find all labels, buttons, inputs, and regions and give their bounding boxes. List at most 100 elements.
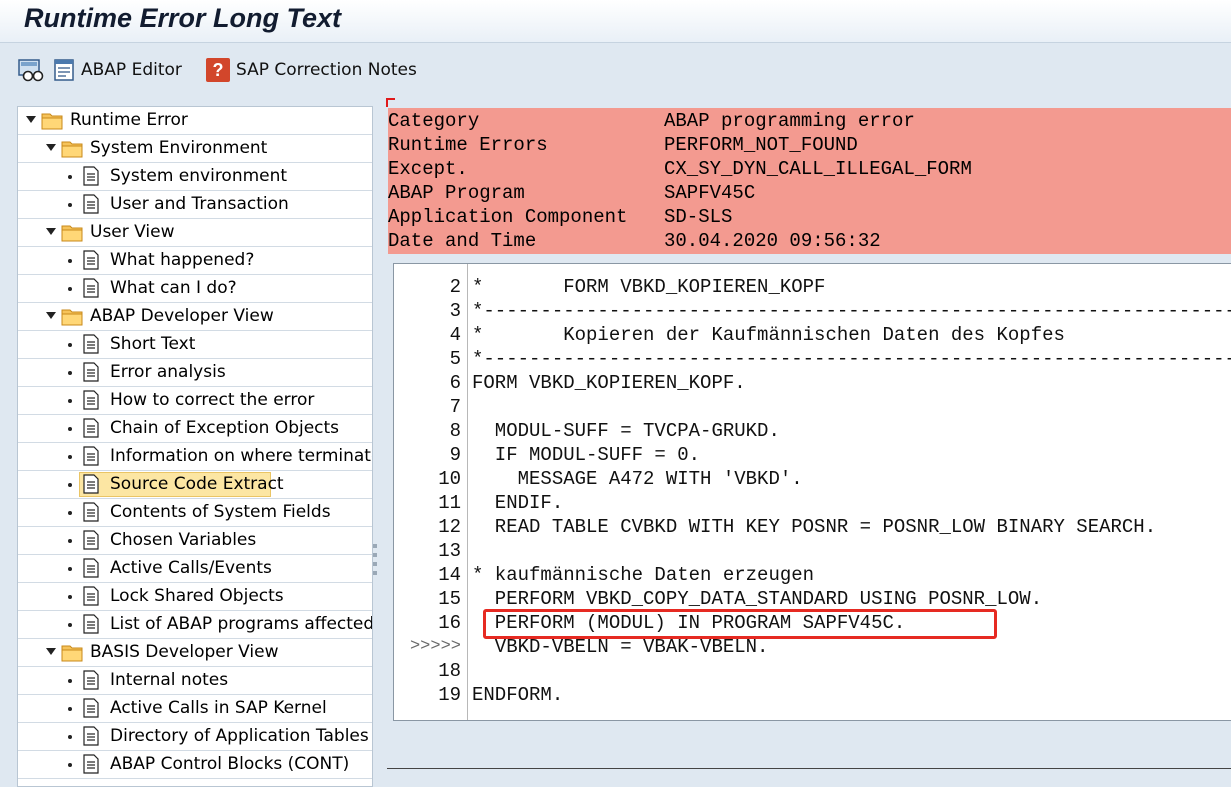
line-number: 6 bbox=[449, 372, 461, 394]
tree-node-group[interactable]: System Environment bbox=[18, 135, 372, 163]
folder-icon bbox=[61, 643, 85, 662]
code-text: PERFORM VBKD_COPY_DATA_STANDARD USING PO… bbox=[472, 588, 1043, 610]
header-key: Application Component bbox=[388, 206, 628, 228]
code-line: 14 * kaufmännische Daten erzeugen bbox=[394, 562, 1231, 586]
tree-leaf[interactable]: Chain of Exception Objects bbox=[18, 415, 372, 443]
code-text: MESSAGE A472 WITH 'VBKD'. bbox=[472, 468, 803, 490]
tree-leaf[interactable]: List of ABAP programs affected bbox=[18, 611, 372, 639]
tree-leaf-label: Chain of Exception Objects bbox=[110, 418, 340, 438]
tree-node-group[interactable]: ABAP Developer View bbox=[18, 303, 372, 331]
line-number: 14 bbox=[438, 564, 461, 586]
expand-arrow-icon[interactable] bbox=[46, 228, 56, 235]
code-line: 2 * FORM VBKD_KOPIEREN_KOPF bbox=[394, 274, 1231, 298]
tree-leaf-label: List of ABAP programs affected bbox=[110, 614, 373, 634]
tree-leaf[interactable]: Short Text bbox=[18, 331, 372, 359]
expand-arrow-icon[interactable] bbox=[46, 648, 56, 655]
document-icon bbox=[83, 418, 99, 438]
tree-leaf[interactable]: Error analysis bbox=[18, 359, 372, 387]
tree-leaf-label: System environment bbox=[110, 166, 288, 186]
code-text: VBKD-VBELN = VBAK-VBELN. bbox=[472, 636, 769, 658]
tree-leaf-label: Active Calls in SAP Kernel bbox=[110, 698, 327, 718]
code-line: 15 PERFORM VBKD_COPY_DATA_STANDARD USING… bbox=[394, 586, 1231, 610]
code-text: ENDFORM. bbox=[472, 684, 564, 706]
tree-leaf[interactable]: Active Calls/Events bbox=[18, 555, 372, 583]
tree-leaf[interactable]: Active Calls in SAP Kernel bbox=[18, 695, 372, 723]
bullet-icon bbox=[68, 427, 72, 431]
tree-leaf-label: Source Code Extract bbox=[110, 474, 284, 494]
tree-leaf-label: Chosen Variables bbox=[110, 530, 257, 550]
line-number: 5 bbox=[449, 348, 461, 370]
document-icon bbox=[83, 278, 99, 298]
bullet-icon bbox=[68, 343, 72, 347]
code-line: 18 bbox=[394, 658, 1231, 682]
line-number: 2 bbox=[449, 276, 461, 298]
tree-node-label: User View bbox=[90, 222, 175, 242]
document-icon bbox=[83, 474, 99, 494]
bullet-icon bbox=[68, 175, 72, 179]
tree-leaf[interactable]: Contents of System Fields bbox=[18, 499, 372, 527]
tree-leaf-label: Internal notes bbox=[110, 670, 229, 690]
tree-leaf[interactable]: What can I do? bbox=[18, 275, 372, 303]
code-line: >>>>> VBKD-VBELN = VBAK-VBELN. bbox=[394, 634, 1231, 658]
application-toolbar: ABAP Editor ? SAP Correction Notes bbox=[0, 43, 1231, 95]
document-icon bbox=[83, 754, 99, 774]
tree-leaf[interactable]: Internal notes bbox=[18, 667, 372, 695]
code-line: 19 ENDFORM. bbox=[394, 682, 1231, 706]
document-icon bbox=[83, 166, 99, 186]
tree-node-label: BASIS Developer View bbox=[90, 642, 279, 662]
bullet-icon bbox=[68, 679, 72, 683]
sap-correction-notes-button[interactable]: ? SAP Correction Notes bbox=[206, 57, 417, 83]
tree-leaf[interactable]: What happened? bbox=[18, 247, 372, 275]
error-header-block: Category ABAP programming error Runtime Er… bbox=[388, 108, 1231, 254]
tree-node-root[interactable]: Runtime Error bbox=[18, 107, 372, 135]
expand-arrow-icon[interactable] bbox=[46, 312, 56, 319]
corner-marker bbox=[386, 98, 395, 107]
tree-leaf-label: How to correct the error bbox=[110, 390, 315, 410]
expand-arrow-icon[interactable] bbox=[26, 116, 36, 123]
tree-leaf[interactable]: How to correct the error bbox=[18, 387, 372, 415]
glasses-display-icon[interactable] bbox=[18, 57, 46, 83]
document-icon bbox=[83, 698, 99, 718]
splitter-handle[interactable] bbox=[372, 541, 378, 591]
code-text: * Kopieren der Kaufmännischen Daten des … bbox=[472, 324, 1065, 346]
line-number: 4 bbox=[449, 324, 461, 346]
code-line: 3 *--------------------------------------… bbox=[394, 298, 1231, 322]
expand-arrow-icon[interactable] bbox=[46, 144, 56, 151]
document-icon bbox=[83, 614, 99, 634]
line-number: 19 bbox=[438, 684, 461, 706]
tree-leaf[interactable]: User and Transaction bbox=[18, 191, 372, 219]
header-value: 30.04.2020 09:56:32 bbox=[664, 230, 881, 252]
tree-leaf[interactable]: Source Code Extract bbox=[18, 471, 372, 499]
tree-node-group[interactable]: User View bbox=[18, 219, 372, 247]
header-key: Category bbox=[388, 110, 480, 132]
line-number: 10 bbox=[438, 468, 461, 490]
tree-leaf[interactable]: ABAP Control Blocks (CONT) bbox=[18, 751, 372, 779]
abap-editor-button[interactable]: ABAP Editor bbox=[53, 57, 182, 83]
tree-leaf[interactable]: Chosen Variables bbox=[18, 527, 372, 555]
line-number: 15 bbox=[438, 588, 461, 610]
document-icon bbox=[83, 586, 99, 606]
bullet-icon bbox=[68, 567, 72, 571]
tree-leaf[interactable]: Information on where terminated bbox=[18, 443, 372, 471]
tree-leaf[interactable]: System environment bbox=[18, 163, 372, 191]
line-number: 11 bbox=[438, 492, 461, 514]
bullet-icon bbox=[68, 735, 72, 739]
navigation-panel: Runtime Error System Environment System en… bbox=[0, 96, 386, 787]
code-line: 10 MESSAGE A472 WITH 'VBKD'. bbox=[394, 466, 1231, 490]
tree-node-label: Runtime Error bbox=[70, 110, 188, 130]
tree-leaf-label: ABAP Control Blocks (CONT) bbox=[110, 754, 350, 774]
tree-leaf-label: Active Calls/Events bbox=[110, 558, 272, 578]
tree-leaf[interactable]: Lock Shared Objects bbox=[18, 583, 372, 611]
tree-node-group[interactable]: BASIS Developer View bbox=[18, 639, 372, 667]
header-value: SAPFV45C bbox=[664, 182, 756, 204]
code-text: *---------------------------------------… bbox=[472, 300, 1231, 322]
bullet-icon bbox=[68, 623, 72, 627]
code-line: 6 FORM VBKD_KOPIEREN_KOPF. bbox=[394, 370, 1231, 394]
header-row: Date and Time 30.04.2020 09:56:32 bbox=[388, 228, 1231, 252]
title-bar: Runtime Error Long Text bbox=[0, 0, 1231, 43]
source-code-extract: 2 * FORM VBKD_KOPIEREN_KOPF 3 *------------… bbox=[393, 263, 1231, 721]
header-key: Except. bbox=[388, 158, 468, 180]
tree-leaf-label: Information on where terminated bbox=[110, 446, 373, 466]
tree-leaf[interactable]: Directory of Application Tables bbox=[18, 723, 372, 751]
code-text: PERFORM (MODUL) IN PROGRAM SAPFV45C. bbox=[472, 612, 906, 634]
